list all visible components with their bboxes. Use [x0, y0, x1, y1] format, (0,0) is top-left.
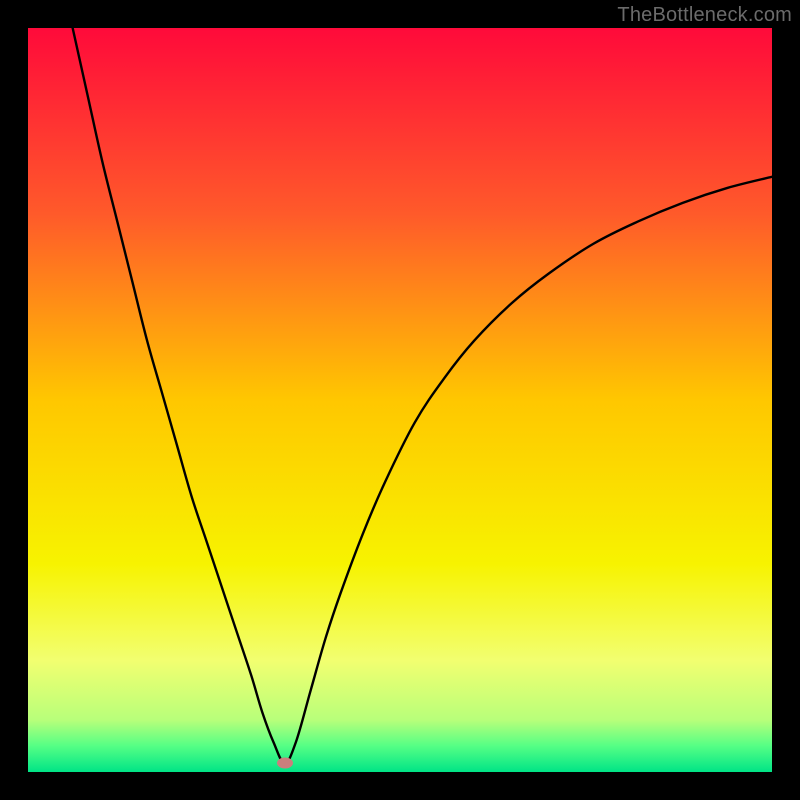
chart-plot-area — [28, 28, 772, 772]
chart-background-gradient — [28, 28, 772, 772]
chart-frame — [28, 28, 772, 772]
watermark-text: TheBottleneck.com — [617, 4, 792, 27]
optimal-point-marker — [277, 758, 293, 769]
